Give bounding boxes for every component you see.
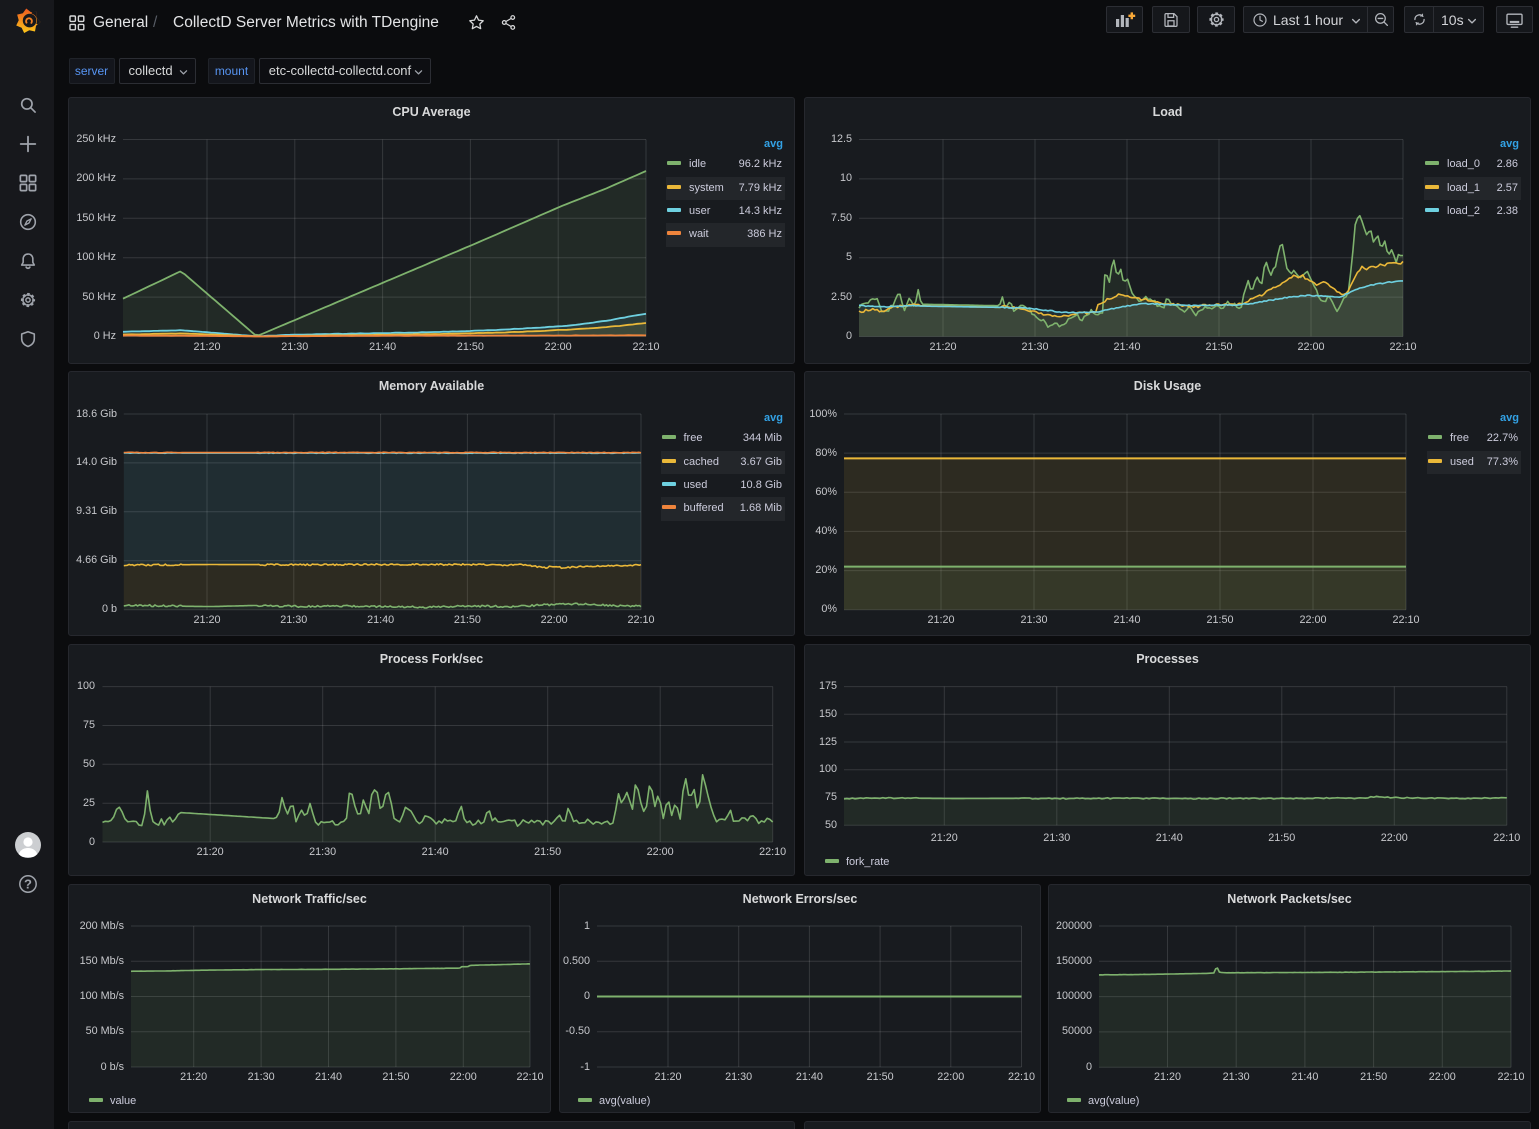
svg-text:?: ? <box>24 876 32 891</box>
